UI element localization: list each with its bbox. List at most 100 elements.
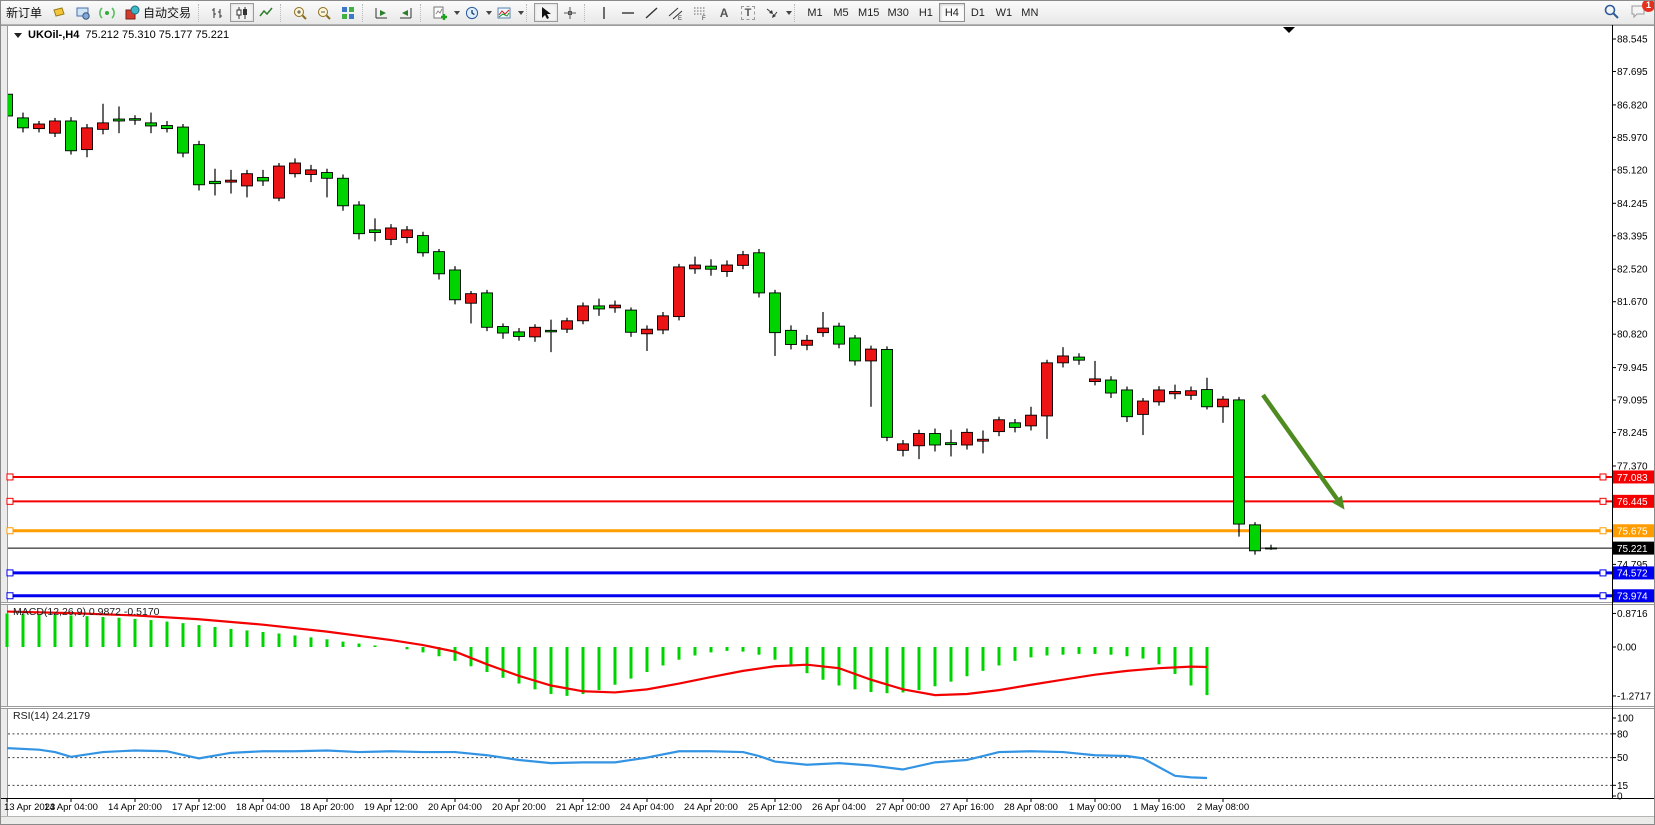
- candle-body: [1202, 390, 1213, 407]
- rsi-axis-label: 15: [1617, 781, 1629, 792]
- notifications-icon[interactable]: 1: [1630, 3, 1648, 22]
- level-drag-handle[interactable]: [7, 474, 13, 480]
- text-label-tool-icon[interactable]: T: [736, 3, 760, 22]
- timeframe-button-m5[interactable]: M5: [828, 3, 854, 22]
- candle-body: [898, 444, 909, 450]
- level-drag-handle[interactable]: [1600, 498, 1606, 504]
- auto-trading-button[interactable]: 自动交易: [119, 3, 196, 22]
- ohlc-label: 75.212 75.310 75.177 75.221: [85, 29, 229, 41]
- candle-body: [706, 266, 717, 269]
- candle-body: [18, 118, 29, 128]
- timeframe-button-mn[interactable]: MN: [1017, 3, 1043, 22]
- level-drag-handle[interactable]: [7, 528, 13, 534]
- price-axis-label: 84.245: [1617, 199, 1648, 210]
- level-drag-handle[interactable]: [1600, 474, 1606, 480]
- candle-body: [770, 293, 781, 333]
- level-drag-handle[interactable]: [1600, 570, 1606, 576]
- date-axis-label: 17 Apr 12:00: [172, 802, 226, 813]
- period-clock-icon[interactable]: [460, 3, 484, 22]
- symbol-dropdown-icon[interactable]: [14, 33, 22, 38]
- data-window-icon[interactable]: [71, 3, 95, 22]
- line-chart-icon[interactable]: [254, 3, 278, 22]
- price-level-badge-label: 77.083: [1617, 473, 1648, 484]
- indicators-dropdown-icon[interactable]: [518, 11, 524, 15]
- chart-title: UKOil-,H4 75.212 75.310 75.177 75.221: [14, 29, 229, 41]
- candle-body: [962, 432, 973, 445]
- zoom-in-icon[interactable]: [288, 3, 312, 22]
- candle-body: [434, 252, 445, 274]
- timeframe-button-m30[interactable]: M30: [883, 3, 912, 22]
- vertical-line-icon[interactable]: [592, 3, 616, 22]
- level-drag-handle[interactable]: [7, 570, 13, 576]
- metaeditor-icon[interactable]: [47, 3, 71, 22]
- level-drag-handle[interactable]: [1600, 593, 1606, 599]
- candle-body: [274, 166, 285, 198]
- indicators-icon[interactable]: [492, 3, 516, 22]
- candlestick-chart-icon[interactable]: [230, 3, 254, 22]
- zoom-out-icon[interactable]: [312, 3, 336, 22]
- date-axis-label: 19 Apr 12:00: [364, 802, 418, 813]
- rsi-label: RSI(14) 24.2179: [13, 710, 90, 722]
- equidistant-channel-icon[interactable]: E: [664, 3, 688, 22]
- rsi-axis-label: 100: [1617, 714, 1634, 725]
- candle-body: [1026, 415, 1037, 426]
- arrows-tool-icon[interactable]: [760, 3, 784, 22]
- candle-body: [754, 253, 765, 293]
- chart-canvas[interactable]: 88.54587.69586.82085.97085.12084.24583.3…: [1, 1, 1655, 825]
- timeframe-button-h1[interactable]: H1: [913, 3, 939, 22]
- tile-windows-icon[interactable]: [336, 3, 360, 22]
- price-axis-label: 81.670: [1617, 297, 1648, 308]
- level-drag-handle[interactable]: [7, 593, 13, 599]
- candle-body: [66, 121, 77, 151]
- rsi-axis-label: 50: [1617, 753, 1629, 764]
- auto-scroll-icon[interactable]: [370, 3, 394, 22]
- horizontal-line-icon[interactable]: [616, 3, 640, 22]
- level-drag-handle[interactable]: [7, 498, 13, 504]
- candle-body: [1266, 548, 1277, 549]
- date-axis-label: 28 Apr 08:00: [1004, 802, 1058, 813]
- candle-body: [258, 178, 269, 181]
- level-drag-handle[interactable]: [1600, 528, 1606, 534]
- bar-chart-icon[interactable]: [206, 3, 230, 22]
- price-axis-label: 79.945: [1617, 363, 1648, 374]
- candle-body: [914, 434, 925, 446]
- trendline-icon[interactable]: [640, 3, 664, 22]
- candle-body: [162, 126, 173, 129]
- window-bottom-strip: [1, 816, 1655, 825]
- crosshair-icon[interactable]: [558, 3, 582, 22]
- fibonacci-icon[interactable]: F: [688, 3, 712, 22]
- new-chart-icon[interactable]: [428, 3, 452, 22]
- toolbar-separator: [362, 4, 368, 22]
- cursor-icon[interactable]: [534, 3, 558, 22]
- candle-body: [786, 330, 797, 344]
- candle-body: [978, 439, 989, 441]
- price-axis-label: 88.545: [1617, 35, 1648, 46]
- price-axis-label: 82.520: [1617, 265, 1648, 276]
- macd-label: MACD(12,26,9) 0.9872 -0.5170: [13, 606, 160, 618]
- candle-body: [98, 123, 109, 129]
- timeframe-button-h4[interactable]: H4: [939, 3, 965, 22]
- chart-shift-icon[interactable]: [394, 3, 418, 22]
- new-order-button[interactable]: 新订单: [1, 3, 47, 22]
- candle-body: [482, 293, 493, 327]
- candle-body: [1106, 380, 1117, 393]
- signals-icon[interactable]: [95, 3, 119, 22]
- candle-body: [1250, 525, 1261, 551]
- candle-body: [450, 270, 461, 300]
- text-tool-icon[interactable]: A: [712, 3, 736, 22]
- date-axis-label: 14 Apr 04:00: [44, 802, 98, 813]
- rsi-axis-label: 80: [1617, 729, 1629, 740]
- date-axis-label: 1 May 00:00: [1069, 802, 1121, 813]
- candle-body: [626, 310, 637, 332]
- candle-body: [386, 228, 397, 239]
- timeframe-button-w1[interactable]: W1: [991, 3, 1017, 22]
- arrows-dropdown-icon[interactable]: [786, 11, 792, 15]
- search-icon[interactable]: [1603, 3, 1620, 23]
- timeframe-button-d1[interactable]: D1: [965, 3, 991, 22]
- price-axis-label: 83.395: [1617, 231, 1648, 242]
- timeframe-button-m1[interactable]: M1: [802, 3, 828, 22]
- text-tool-label: A: [720, 6, 729, 20]
- candle-body: [594, 306, 605, 309]
- main-toolbar: 新订单 自动交易: [1, 1, 1655, 25]
- timeframe-button-m15[interactable]: M15: [854, 3, 883, 22]
